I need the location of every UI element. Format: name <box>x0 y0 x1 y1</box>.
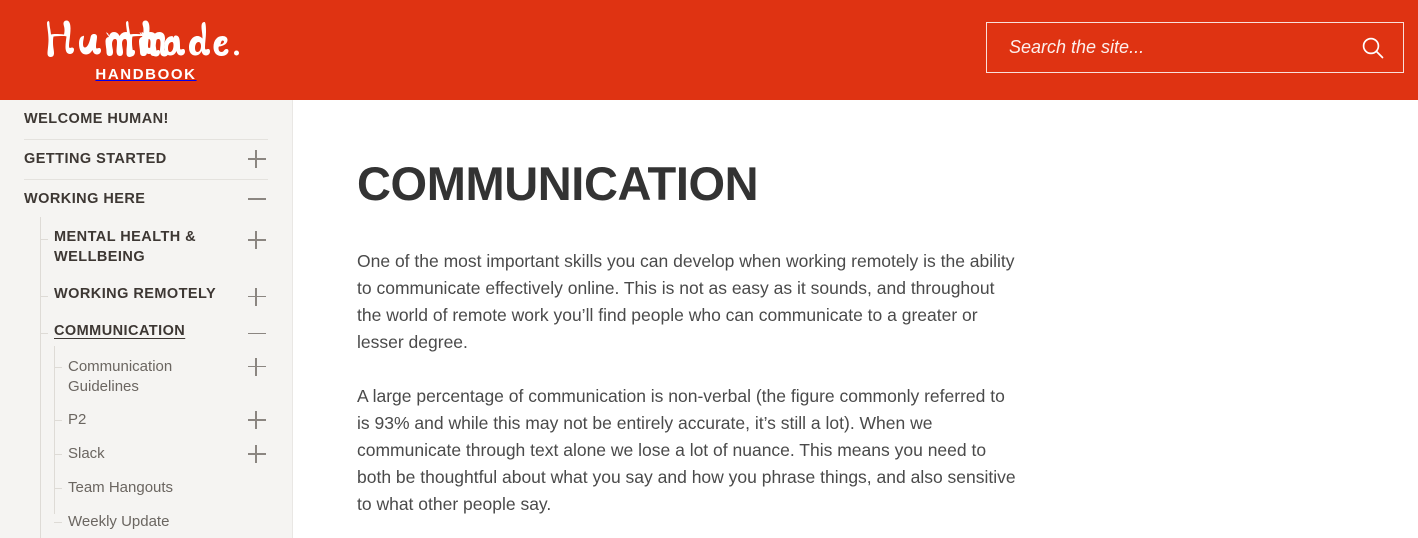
expand-plus-icon-working-remotely[interactable] <box>246 286 268 308</box>
nav-row: Getting Started <box>24 140 268 179</box>
nav-row: Mental Health & Wellbeing <box>54 219 268 275</box>
human-made-logo <box>47 20 239 57</box>
sidebar-item-communication-guidelines[interactable]: Communication Guidelines <box>54 350 268 404</box>
site-logo-link[interactable]: HANDBOOK <box>36 10 256 82</box>
sidebar-item-label-active[interactable]: Communication <box>54 322 234 341</box>
collapse-minus-icon-communication[interactable] <box>246 323 268 345</box>
sidebar-item-welcome-human[interactable]: Welcome Human! <box>24 100 268 141</box>
nav-row: Communication Guidelines <box>68 350 268 404</box>
search-box[interactable] <box>986 22 1404 73</box>
sidebar-item-label[interactable]: Communication Guidelines <box>68 357 238 397</box>
sidebar-item-label[interactable]: Welcome Human! <box>24 110 234 129</box>
expand-plus-icon-getting-started[interactable] <box>246 148 268 170</box>
expand-plus-icon-p2[interactable] <box>246 409 268 431</box>
main-content: Communication One of the most important … <box>294 100 1418 538</box>
sidebar-item-p2[interactable]: P2 <box>54 403 268 437</box>
sidebar-item-communication[interactable]: Communication Communication Guidelines <box>40 313 268 538</box>
sidebar-item-slack[interactable]: Slack <box>54 437 268 471</box>
sidebar-item-mental-health-wellbeing[interactable]: Mental Health & Wellbeing <box>40 219 268 275</box>
article-paragraph-2: A large percentage of communication is n… <box>357 386 1016 515</box>
nav-level-2: Mental Health & Wellbeing Working Remote… <box>40 217 268 538</box>
sidebar-item-label[interactable]: Getting Started <box>24 150 234 169</box>
page-body: Welcome Human! Getting Started Working H… <box>0 100 1418 538</box>
nav-row: Communication <box>54 313 268 350</box>
nav-row: Team Hangouts <box>68 471 268 505</box>
nav-level-1: Welcome Human! Getting Started Working H… <box>0 100 292 538</box>
sidebar-item-getting-started[interactable]: Getting Started <box>24 140 268 181</box>
search-submit-button[interactable] <box>1349 23 1397 72</box>
expand-plus-icon-mental-health-wellbeing[interactable] <box>246 229 268 251</box>
nav-level-3: Communication Guidelines P2 Slack Team H… <box>54 345 268 538</box>
sidebar-item-label[interactable]: Mental Health & Wellbeing <box>54 228 234 266</box>
sidebar-item-weekly-update[interactable]: Weekly Update <box>54 505 268 538</box>
expand-plus-icon-slack[interactable] <box>246 443 268 465</box>
collapse-minus-icon-working-here[interactable] <box>246 188 268 210</box>
site-header: HANDBOOK <box>0 0 1418 100</box>
page-title: Communication <box>357 157 759 210</box>
sidebar-item-label[interactable]: Working Here <box>24 190 234 209</box>
expand-plus-icon-communication-guidelines[interactable] <box>246 356 268 378</box>
sidebar-item-working-here[interactable]: Working Here Mental Health & Wellbeing <box>24 180 268 538</box>
sidebar-item-label[interactable]: Slack <box>68 444 238 464</box>
sidebar-item-working-remotely[interactable]: Working Remotely <box>40 276 268 313</box>
search-input[interactable] <box>987 23 1357 72</box>
article: Communication One of the most important … <box>294 100 1016 518</box>
nav-row: Working Here <box>24 180 268 219</box>
sidebar-item-label[interactable]: Working Remotely <box>54 285 234 304</box>
sidebar-item-label[interactable]: Team Hangouts <box>68 478 238 498</box>
article-paragraph-1: One of the most important skills you can… <box>357 251 1015 353</box>
nav-row: Welcome Human! <box>24 100 268 139</box>
nav-row: Slack <box>68 437 268 471</box>
nav-row: Working Remotely <box>54 276 268 313</box>
nav-row: Weekly Update <box>68 505 268 538</box>
sidebar-item-label[interactable]: P2 <box>68 410 238 430</box>
search-icon <box>1362 37 1384 58</box>
sidebar-navigation: Welcome Human! Getting Started Working H… <box>0 100 293 538</box>
sidebar-item-team-hangouts[interactable]: Team Hangouts <box>54 471 268 505</box>
nav-row: P2 <box>68 403 268 437</box>
brand-subtitle: HANDBOOK <box>95 66 197 83</box>
sidebar-item-label[interactable]: Weekly Update <box>68 512 238 532</box>
